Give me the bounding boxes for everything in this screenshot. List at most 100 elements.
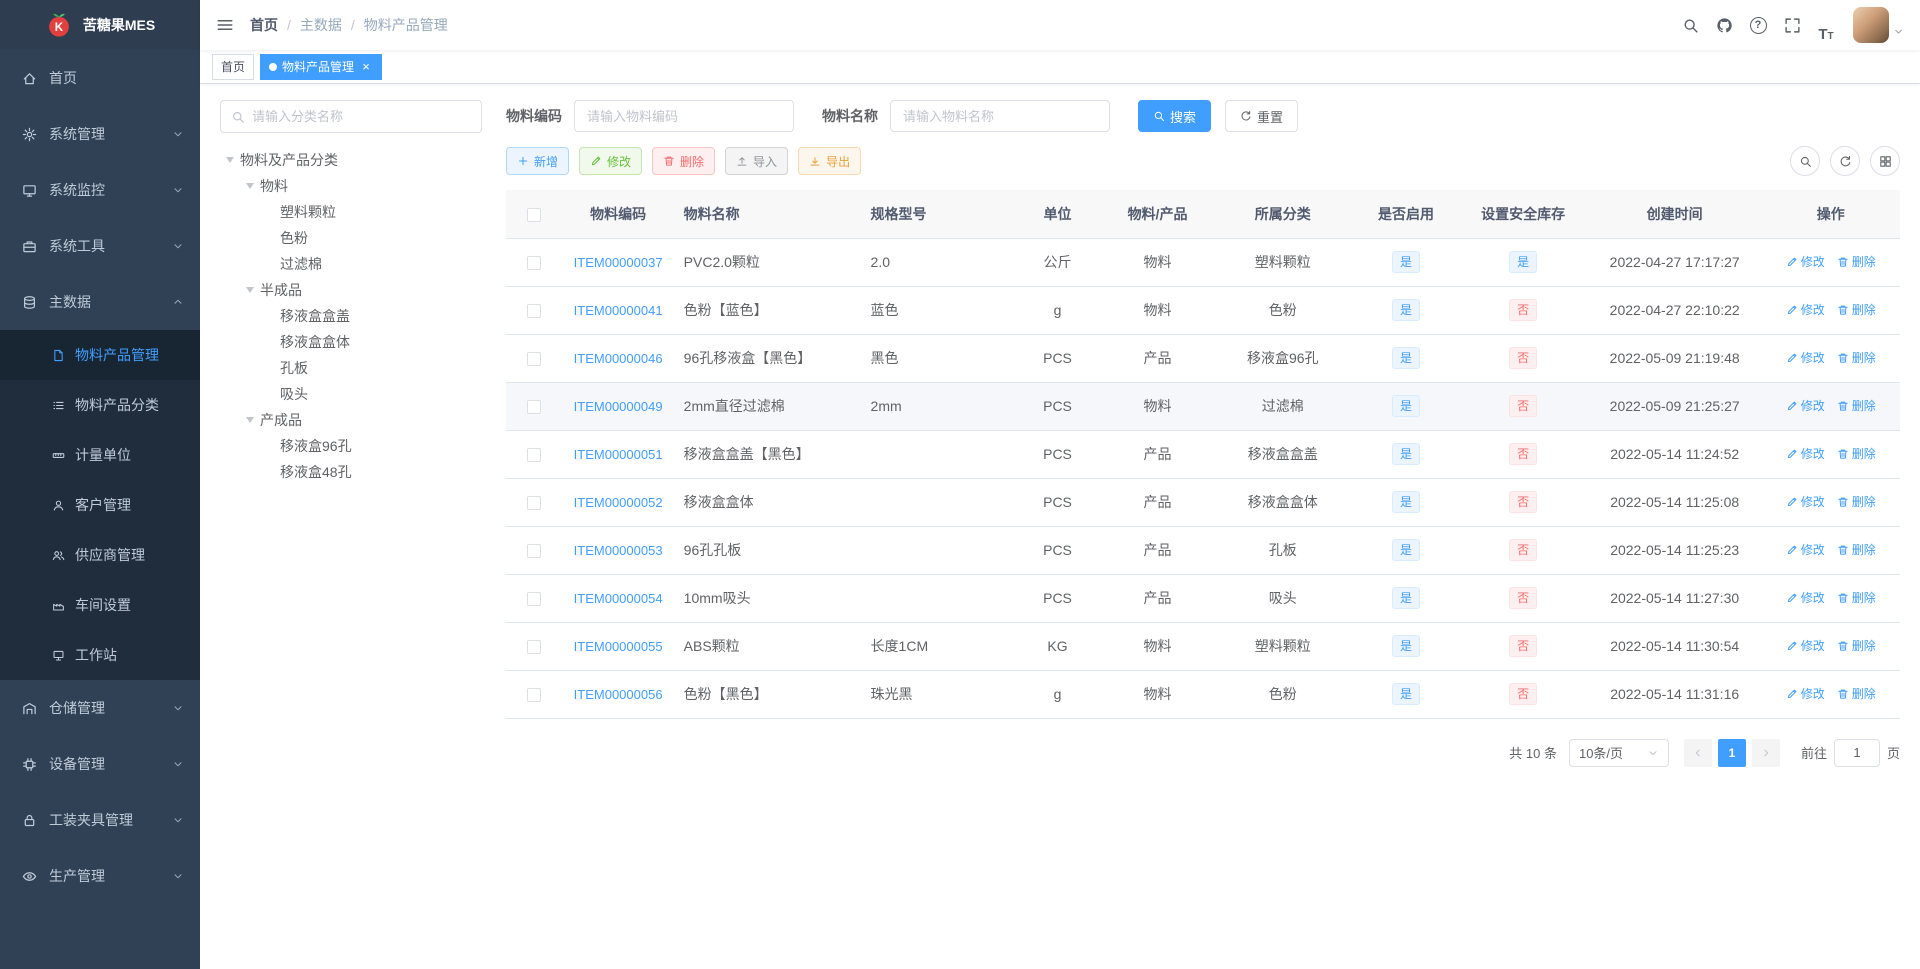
sidebar-subitem-measure-unit[interactable]: 计量单位 — [0, 430, 200, 480]
fullscreen-icon[interactable] — [1775, 8, 1809, 42]
sidebar-item-equipment-management[interactable]: 设备管理 — [0, 736, 200, 792]
tree-node[interactable]: 色粉 — [220, 225, 482, 251]
enabled-badge[interactable]: 是 — [1391, 443, 1420, 465]
font-size-icon[interactable]: TT — [1809, 8, 1843, 42]
row-delete-button[interactable]: 删除 — [1837, 397, 1876, 414]
safety-stock-badge[interactable]: 否 — [1509, 347, 1538, 369]
caret-down-icon[interactable] — [220, 157, 240, 163]
user-avatar[interactable] — [1853, 7, 1889, 43]
toggle-search-button[interactable] — [1790, 146, 1820, 176]
sidebar-subitem-material-product-management[interactable]: 物料产品管理 — [0, 330, 200, 380]
row-delete-button[interactable]: 删除 — [1837, 301, 1876, 318]
help-icon[interactable]: ? — [1741, 8, 1775, 42]
sidebar-item-fixture-management[interactable]: 工装夹具管理 — [0, 792, 200, 848]
row-delete-button[interactable]: 删除 — [1837, 589, 1876, 606]
row-delete-button[interactable]: 删除 — [1837, 349, 1876, 366]
material-code-link[interactable]: ITEM00000046 — [574, 351, 663, 366]
column-settings-button[interactable] — [1870, 146, 1900, 176]
row-delete-button[interactable]: 删除 — [1837, 541, 1876, 558]
safety-stock-badge[interactable]: 否 — [1509, 683, 1538, 705]
add-button[interactable]: 新增 — [506, 147, 570, 175]
row-edit-button[interactable]: 修改 — [1786, 541, 1825, 558]
enabled-badge[interactable]: 是 — [1391, 251, 1420, 273]
row-edit-button[interactable]: 修改 — [1786, 685, 1825, 702]
select-all-checkbox[interactable] — [527, 207, 542, 222]
row-checkbox[interactable] — [527, 448, 542, 463]
enabled-badge[interactable]: 是 — [1391, 299, 1420, 321]
sidebar-item-system-tools[interactable]: 系统工具 — [0, 218, 200, 274]
row-delete-button[interactable]: 删除 — [1837, 445, 1876, 462]
reset-button[interactable]: 重置 — [1225, 100, 1299, 132]
row-edit-button[interactable]: 修改 — [1786, 349, 1825, 366]
row-edit-button[interactable]: 修改 — [1786, 637, 1825, 654]
export-button[interactable]: 导出 — [798, 147, 862, 175]
enabled-badge[interactable]: 是 — [1391, 347, 1420, 369]
row-delete-button[interactable]: 删除 — [1837, 637, 1876, 654]
row-checkbox[interactable] — [527, 304, 542, 319]
row-checkbox[interactable] — [527, 544, 542, 559]
tree-node[interactable]: 孔板 — [220, 355, 482, 381]
row-checkbox[interactable] — [527, 256, 542, 271]
sidebar-item-master-data[interactable]: 主数据 — [0, 274, 200, 330]
tree-node[interactable]: 吸头 — [220, 381, 482, 407]
safety-stock-badge[interactable]: 否 — [1509, 443, 1538, 465]
tree-node[interactable]: 移液盒盒盖 — [220, 303, 482, 329]
tree-node[interactable]: 半成品 — [220, 277, 482, 303]
material-code-link[interactable]: ITEM00000056 — [574, 687, 663, 702]
material-code-link[interactable]: ITEM00000041 — [574, 303, 663, 318]
material-code-input[interactable] — [574, 100, 794, 132]
category-search-input[interactable] — [252, 109, 471, 124]
sidebar-subitem-workshop-settings[interactable]: 车间设置 — [0, 580, 200, 630]
row-checkbox[interactable] — [527, 640, 542, 655]
material-code-link[interactable]: ITEM00000049 — [574, 399, 663, 414]
tab-1[interactable]: 物料产品管理 × — [260, 53, 383, 80]
material-code-link[interactable]: ITEM00000055 — [574, 639, 663, 654]
page-number-button[interactable]: 1 — [1717, 738, 1746, 767]
sidebar-item-home[interactable]: 首页 — [0, 50, 200, 106]
row-checkbox[interactable] — [527, 400, 542, 415]
row-edit-button[interactable]: 修改 — [1786, 445, 1825, 462]
enabled-badge[interactable]: 是 — [1391, 635, 1420, 657]
sidebar-item-system-monitor[interactable]: 系统监控 — [0, 162, 200, 218]
row-checkbox[interactable] — [527, 352, 542, 367]
row-edit-button[interactable]: 修改 — [1786, 301, 1825, 318]
row-edit-button[interactable]: 修改 — [1786, 589, 1825, 606]
caret-down-icon[interactable] — [240, 417, 260, 423]
sidebar-item-production-management[interactable]: 生产管理 — [0, 848, 200, 904]
github-icon[interactable] — [1707, 8, 1741, 42]
sidebar-toggle-icon[interactable] — [216, 16, 234, 34]
material-code-link[interactable]: ITEM00000052 — [574, 495, 663, 510]
row-checkbox[interactable] — [527, 496, 542, 511]
tree-node[interactable]: 塑料颗粒 — [220, 199, 482, 225]
row-edit-button[interactable]: 修改 — [1786, 493, 1825, 510]
prev-page-button[interactable] — [1683, 738, 1712, 767]
tree-node[interactable]: 移液盒盒体 — [220, 329, 482, 355]
tree-node[interactable]: 物料及产品分类 — [220, 147, 482, 173]
caret-down-icon[interactable] — [240, 287, 260, 293]
safety-stock-badge[interactable]: 否 — [1509, 635, 1538, 657]
enabled-badge[interactable]: 是 — [1391, 683, 1420, 705]
tree-node[interactable]: 过滤棉 — [220, 251, 482, 277]
safety-stock-badge[interactable]: 是 — [1509, 251, 1538, 273]
tab-0[interactable]: 首页 — [212, 53, 255, 80]
next-page-button[interactable] — [1751, 738, 1780, 767]
tree-node[interactable]: 移液盒96孔 — [220, 433, 482, 459]
sidebar-item-system-management[interactable]: 系统管理 — [0, 106, 200, 162]
material-code-link[interactable]: ITEM00000051 — [574, 447, 663, 462]
tree-node[interactable]: 移液盒48孔 — [220, 459, 482, 485]
enabled-badge[interactable]: 是 — [1391, 395, 1420, 417]
goto-page-input[interactable] — [1833, 738, 1880, 767]
row-delete-button[interactable]: 删除 — [1837, 685, 1876, 702]
row-checkbox[interactable] — [527, 688, 542, 703]
row-checkbox[interactable] — [527, 592, 542, 607]
page-size-select[interactable]: 10条/页 — [1568, 738, 1669, 767]
edit-button[interactable]: 修改 — [579, 147, 643, 175]
enabled-badge[interactable]: 是 — [1391, 491, 1420, 513]
breadcrumb-item[interactable]: 首页 — [250, 15, 278, 35]
material-code-link[interactable]: ITEM00000054 — [574, 591, 663, 606]
avatar-caret-icon[interactable] — [1893, 26, 1904, 37]
sidebar-item-warehouse-management[interactable]: 仓储管理 — [0, 680, 200, 736]
search-button[interactable]: 搜索 — [1138, 100, 1212, 132]
sidebar-subitem-customer-management[interactable]: 客户管理 — [0, 480, 200, 530]
sidebar-subitem-supplier-management[interactable]: 供应商管理 — [0, 530, 200, 580]
